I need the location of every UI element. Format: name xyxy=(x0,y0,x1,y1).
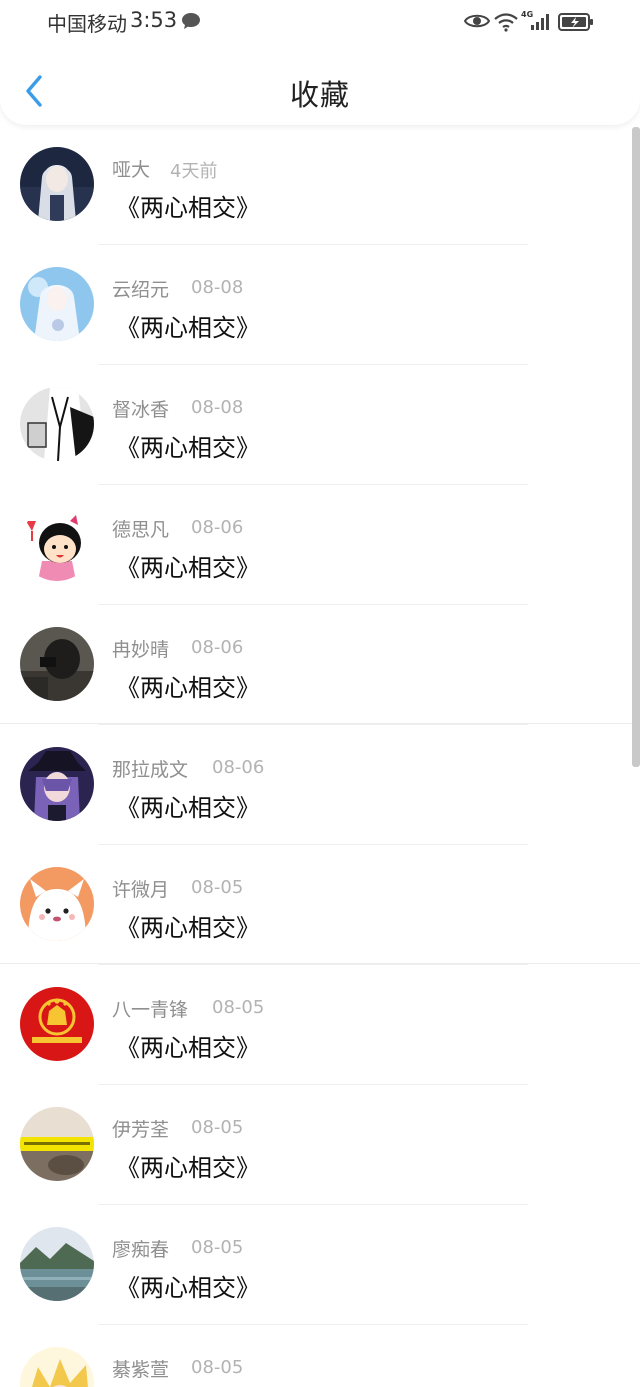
list-item[interactable]: 八一青锋 08-05 《两心相交》 xyxy=(0,965,632,1085)
clock: 3:53 xyxy=(130,8,178,32)
list-item[interactable]: 伊芳荃 08-05 《两心相交》 xyxy=(0,1085,632,1205)
eye-icon xyxy=(464,14,490,28)
favorites-list: 哑大 4天前 《两心相交》 云绍元 08-08 《两心相交》 督冰香 08-08… xyxy=(0,125,632,1387)
work-title: 《两心相交》 xyxy=(116,1274,260,1302)
avatar xyxy=(20,1347,94,1387)
list-item[interactable]: 廖痴春 08-05 《两心相交》 xyxy=(0,1205,632,1325)
avatar xyxy=(20,507,94,581)
list-item[interactable]: 督冰香 08-08 《两心相交》 xyxy=(0,365,632,485)
battery-icon xyxy=(558,13,593,31)
timestamp: 08-06 xyxy=(212,757,265,778)
user-name: 綦紫萱 xyxy=(112,1359,170,1381)
avatar xyxy=(20,267,94,341)
avatar xyxy=(20,1107,94,1181)
list-item[interactable]: 綦紫萱 08-05 xyxy=(0,1325,632,1387)
list-item[interactable]: 云绍元 08-08 《两心相交》 xyxy=(0,245,632,365)
timestamp: 08-06 xyxy=(191,517,244,538)
message-icon xyxy=(182,13,200,29)
carrier-label: 中国移动 xyxy=(47,12,127,36)
user-name: 那拉成文 xyxy=(112,759,189,781)
list-item[interactable]: 许微月 08-05 《两心相交》 xyxy=(0,845,632,965)
timestamp: 08-06 xyxy=(191,637,244,658)
work-title: 《两心相交》 xyxy=(116,1034,260,1062)
list-item[interactable]: 那拉成文 08-06 《两心相交》 xyxy=(0,725,632,845)
header: 中国移动 3:53 4G 收藏 xyxy=(0,0,640,125)
user-name: 哑大 xyxy=(112,159,151,181)
timestamp: 08-05 xyxy=(191,1357,244,1378)
user-name: 德思凡 xyxy=(112,519,170,541)
wifi-icon xyxy=(494,13,518,32)
work-title: 《两心相交》 xyxy=(116,1154,260,1182)
user-name: 云绍元 xyxy=(112,279,170,301)
list-item[interactable]: 哑大 4天前 《两心相交》 xyxy=(0,125,632,245)
user-name: 伊芳荃 xyxy=(112,1119,170,1141)
avatar xyxy=(20,747,94,821)
avatar xyxy=(20,1227,94,1301)
timestamp: 4天前 xyxy=(170,161,218,182)
timestamp: 08-05 xyxy=(212,997,265,1018)
user-name: 八一青锋 xyxy=(112,999,189,1021)
page-title: 收藏 xyxy=(289,78,350,112)
timestamp: 08-08 xyxy=(191,397,244,418)
work-title: 《两心相交》 xyxy=(116,554,260,582)
avatar xyxy=(20,147,94,221)
divider xyxy=(0,723,640,724)
work-title: 《两心相交》 xyxy=(116,434,260,462)
list-item[interactable]: 德思凡 08-06 《两心相交》 xyxy=(0,485,632,605)
user-name: 廖痴春 xyxy=(112,1239,170,1261)
status-bar: 中国移动 3:53 4G xyxy=(0,0,640,46)
scrollbar[interactable] xyxy=(632,127,640,767)
avatar xyxy=(20,387,94,461)
timestamp: 08-05 xyxy=(191,877,244,898)
timestamp: 08-05 xyxy=(191,1237,244,1258)
list-item[interactable]: 冉妙晴 08-06 《两心相交》 xyxy=(0,605,632,725)
user-name: 冉妙晴 xyxy=(112,639,170,661)
work-title: 《两心相交》 xyxy=(116,914,260,942)
avatar xyxy=(20,627,94,701)
work-title: 《两心相交》 xyxy=(116,314,260,342)
timestamp: 08-05 xyxy=(191,1117,244,1138)
user-name: 许微月 xyxy=(112,879,170,901)
signal-icon xyxy=(531,14,549,30)
work-title: 《两心相交》 xyxy=(116,674,260,702)
avatar xyxy=(20,867,94,941)
work-title: 《两心相交》 xyxy=(116,794,260,822)
divider xyxy=(0,963,640,964)
avatar xyxy=(20,987,94,1061)
work-title: 《两心相交》 xyxy=(116,194,260,222)
timestamp: 08-08 xyxy=(191,277,244,298)
user-name: 督冰香 xyxy=(112,399,170,421)
